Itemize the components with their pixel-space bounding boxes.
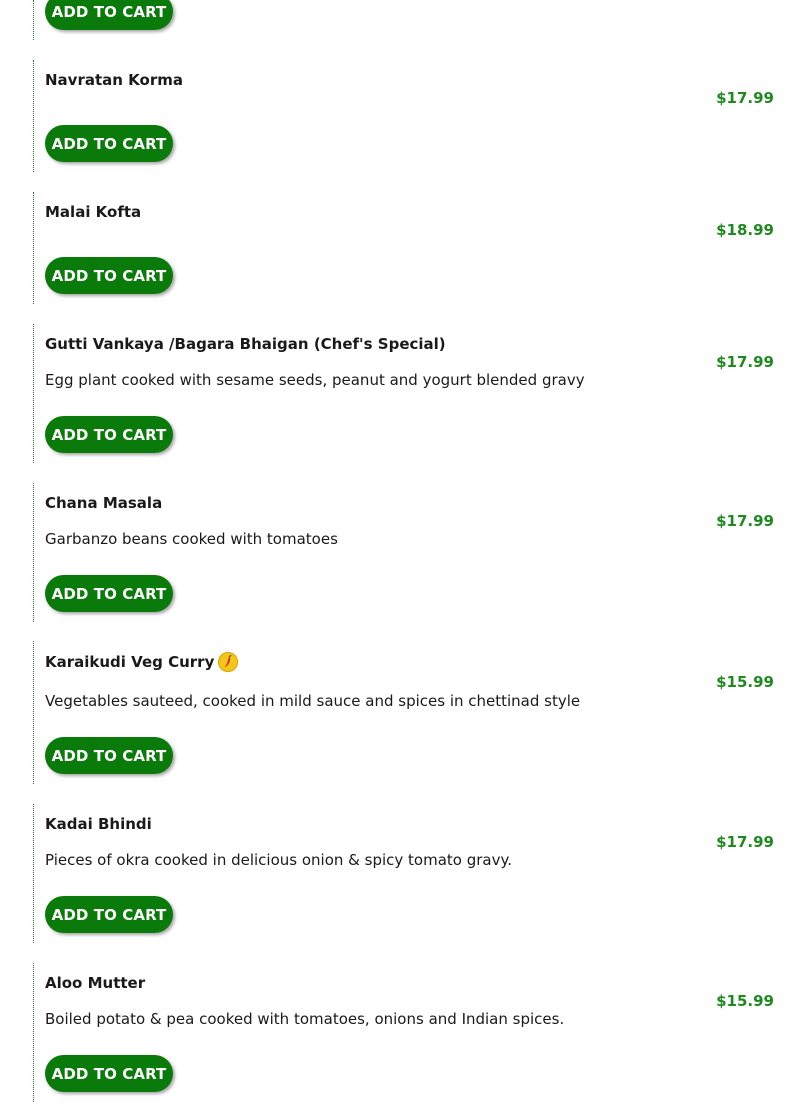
item-price: $17.99	[716, 89, 774, 107]
menu-item: Aloo Mutter Boiled potato & pea cooked w…	[33, 963, 785, 1102]
item-name: Malai Kofta	[45, 203, 142, 221]
item-price: $15.99	[716, 992, 774, 1010]
item-price: $17.99	[716, 353, 774, 371]
item-description: Pieces of okra cooked in delicious onion…	[45, 851, 512, 869]
menu-item: Kadai Bhindi Pieces of okra cooked in de…	[33, 804, 785, 943]
add-to-cart-button[interactable]: ADD TO CART	[45, 257, 173, 294]
item-name: Chana Masala	[45, 494, 163, 512]
add-to-cart-button[interactable]: ADD TO CART	[45, 416, 173, 453]
item-description: Egg plant cooked with sesame seeds, pean…	[45, 371, 585, 389]
item-name-row: Karaikudi Veg Curry	[45, 652, 239, 672]
item-description: Garbanzo beans cooked with tomatoes	[45, 530, 338, 548]
item-price: $18.99	[716, 221, 774, 239]
menu-item: Malai Kofta $18.99 ADD TO CART	[33, 192, 785, 304]
item-name: Aloo Mutter	[45, 974, 146, 992]
add-to-cart-button[interactable]: ADD TO CART	[45, 575, 173, 612]
item-price: $17.99	[716, 833, 774, 851]
add-to-cart-button[interactable]: ADD TO CART	[45, 737, 173, 774]
item-name: Karaikudi Veg Curry	[45, 653, 215, 671]
item-name: Navratan Korma	[45, 71, 183, 89]
add-to-cart-button[interactable]: ADD TO CART	[45, 0, 173, 30]
item-price: $15.99	[716, 673, 774, 691]
item-name: Kadai Bhindi	[45, 815, 152, 833]
add-to-cart-button[interactable]: ADD TO CART	[45, 896, 173, 933]
menu-item: Chana Masala Garbanzo beans cooked with …	[33, 483, 785, 622]
menu-item: Gutti Vankaya /Bagara Bhaigan (Chef's Sp…	[33, 324, 785, 463]
add-to-cart-button[interactable]: ADD TO CART	[45, 1055, 173, 1092]
menu-item: ADD TO CART	[33, 0, 785, 40]
menu-item: Navratan Korma $17.99 ADD TO CART	[33, 60, 785, 172]
item-price: $17.99	[716, 512, 774, 530]
menu-item: Karaikudi Veg Curry Vegetables sauteed, …	[33, 641, 785, 784]
item-description: Boiled potato & pea cooked with tomatoes…	[45, 1010, 565, 1028]
item-description: Vegetables sauteed, cooked in mild sauce…	[45, 692, 581, 710]
chili-spicy-icon	[218, 652, 239, 672]
add-to-cart-button[interactable]: ADD TO CART	[45, 125, 173, 162]
item-name: Gutti Vankaya /Bagara Bhaigan (Chef's Sp…	[45, 335, 446, 353]
